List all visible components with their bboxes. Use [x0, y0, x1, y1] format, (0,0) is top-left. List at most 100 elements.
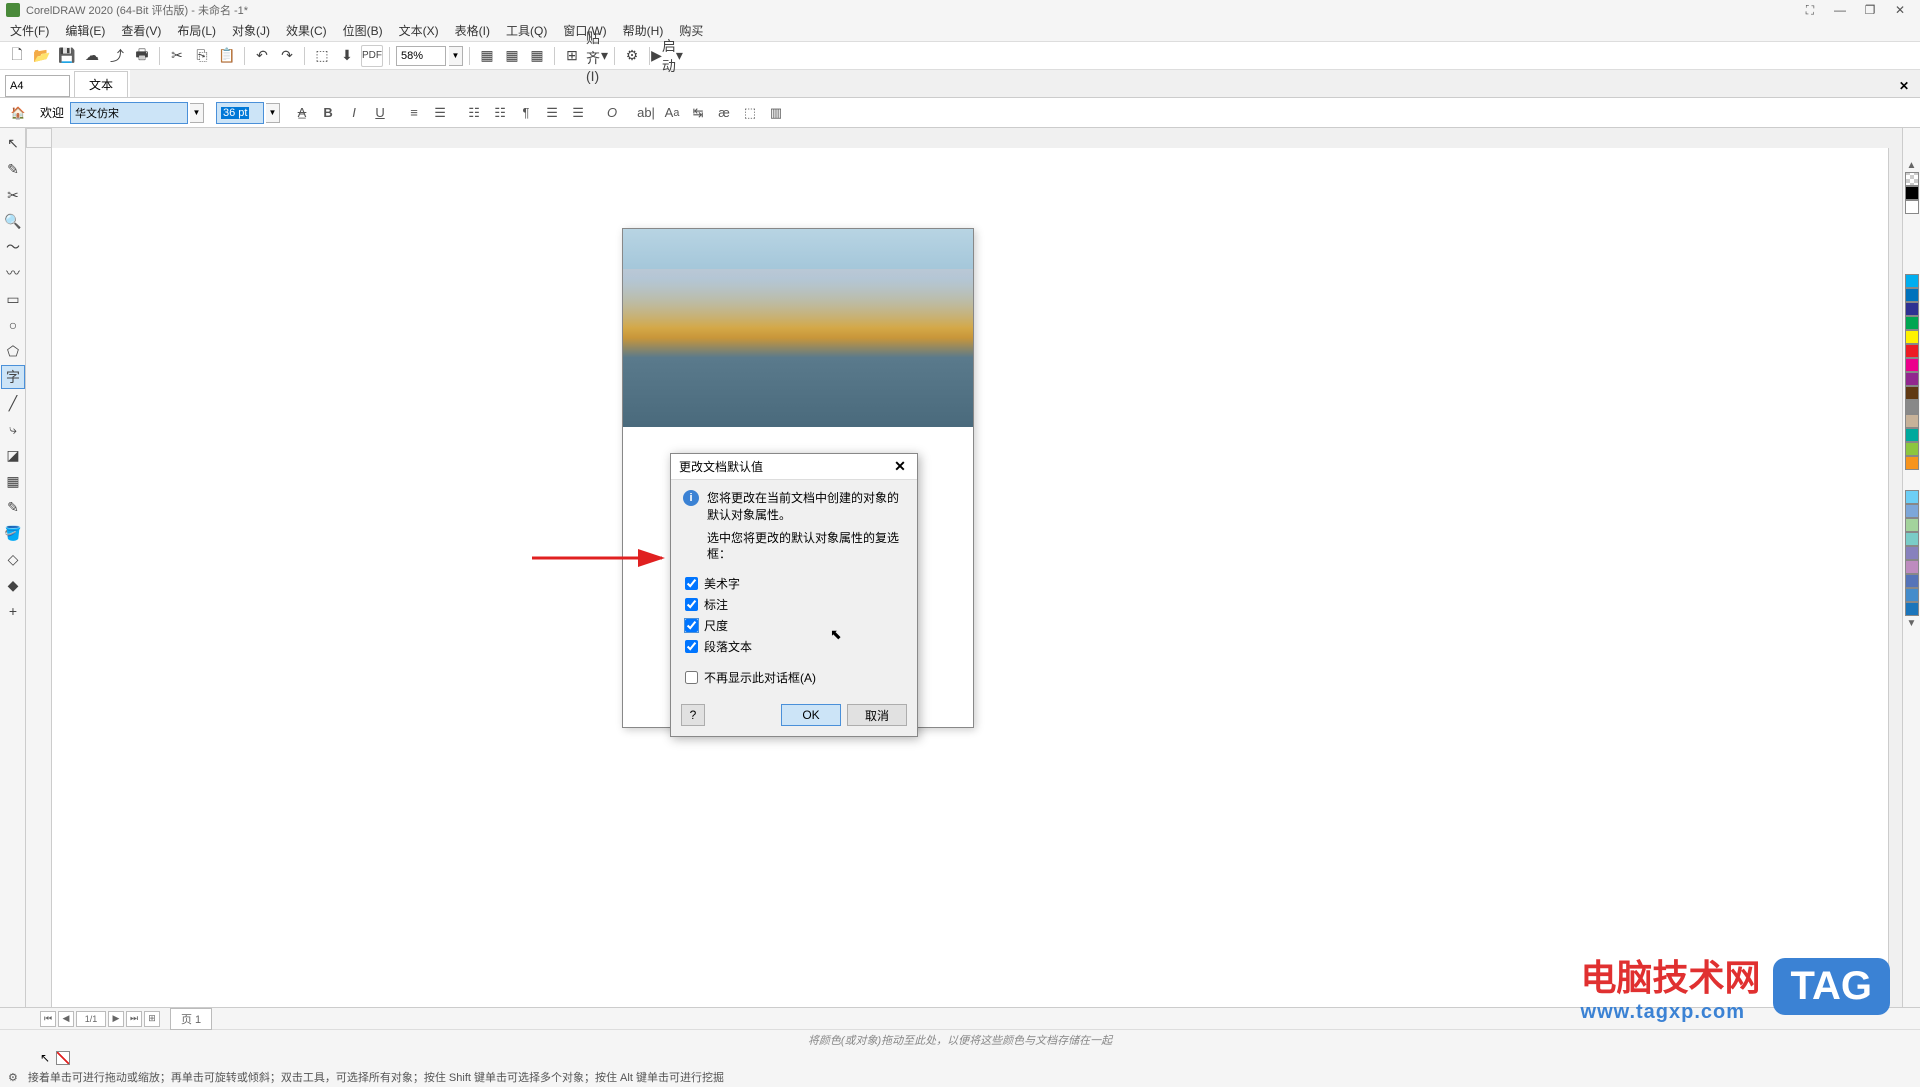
menu-view[interactable]: 查看(V) — [113, 20, 169, 41]
placed-image[interactable] — [623, 229, 973, 427]
italic-button[interactable]: I — [342, 102, 366, 124]
artistic-tool[interactable]: 〰 — [1, 261, 25, 285]
cut-button[interactable]: ✂ — [166, 45, 188, 67]
add-page-button[interactable]: ⊞ — [144, 1011, 160, 1027]
paste-button[interactable]: 📋 — [216, 45, 238, 67]
ligature-button[interactable]: æ — [712, 102, 736, 124]
font-size-combo[interactable]: 36 pt — [216, 102, 264, 124]
transparency-tool[interactable]: ▦ — [1, 469, 25, 493]
menu-text[interactable]: 文本(X) — [391, 20, 447, 41]
welcome-label[interactable]: 欢迎 — [36, 104, 68, 121]
page-size-combo[interactable]: A4 — [5, 75, 70, 97]
edit-text-button[interactable]: ab| — [634, 102, 658, 124]
color-swatch[interactable] — [1905, 372, 1919, 386]
zoom-tool[interactable]: 🔍 — [1, 209, 25, 233]
close-button[interactable]: ✕ — [1886, 1, 1914, 19]
smart-fill-tool[interactable]: ◆ — [1, 573, 25, 597]
launch-button[interactable]: ▶ 启动 ▾ — [656, 45, 678, 67]
prev-page-button[interactable]: ◀ — [58, 1011, 74, 1027]
palette-up[interactable]: ▲ — [1905, 158, 1919, 172]
zoom-input[interactable]: 58% — [396, 46, 446, 66]
zoom-dropdown[interactable]: ▼ — [449, 46, 463, 66]
ellipse-tool[interactable]: ○ — [1, 313, 25, 337]
indent-dec-button[interactable]: ☰ — [566, 102, 590, 124]
crop-tool[interactable]: ✂ — [1, 183, 25, 207]
dialog-close-button[interactable]: ✕ — [891, 458, 909, 476]
color-swatch[interactable] — [1905, 274, 1919, 288]
clear-format-button[interactable]: A̲ — [290, 102, 314, 124]
font-dropdown[interactable]: ▼ — [190, 103, 204, 123]
menu-file[interactable]: 文件(F) — [2, 20, 57, 41]
pdf-button[interactable]: PDF — [361, 45, 383, 67]
outline-tool[interactable]: ◇ — [1, 547, 25, 571]
cancel-button[interactable]: 取消 — [847, 704, 907, 726]
new-button[interactable]: 🗋 — [6, 45, 28, 67]
indent-inc-button[interactable]: ☰ — [540, 102, 564, 124]
no-color-swatch[interactable] — [1905, 172, 1919, 186]
ok-button[interactable]: OK — [781, 704, 841, 726]
undo-button[interactable]: ↶ — [251, 45, 273, 67]
color-swatch[interactable] — [1905, 428, 1919, 442]
color-swatch[interactable] — [1905, 302, 1919, 316]
menu-object[interactable]: 对象(J) — [224, 20, 278, 41]
color-swatch[interactable] — [1905, 400, 1919, 414]
checkbox-callout[interactable] — [685, 598, 698, 611]
number-list-button[interactable]: ☷ — [488, 102, 512, 124]
color-swatch[interactable] — [1905, 602, 1919, 616]
help-button[interactable]: ⛶ — [1796, 1, 1824, 19]
palette-down[interactable]: ▼ — [1905, 616, 1919, 630]
preview-button[interactable]: ▦ — [501, 45, 523, 67]
color-swatch[interactable] — [1905, 504, 1919, 518]
home-icon[interactable]: 🏠 — [6, 102, 30, 124]
connector-tool[interactable]: ⤷ — [1, 417, 25, 441]
grid-button[interactable]: ▦ — [526, 45, 548, 67]
parallel-tool[interactable]: ╱ — [1, 391, 25, 415]
help-button[interactable]: ? — [681, 704, 705, 726]
canvas[interactable]: 更改文档默认值 ✕ i 您将更改在当前文档中创建的对象的默认对象属性。 选中您将… — [52, 148, 1888, 1007]
kern-button[interactable]: ↹ — [686, 102, 710, 124]
color-swatch[interactable] — [1905, 414, 1919, 428]
rectangle-tool[interactable]: ▭ — [1, 287, 25, 311]
char-format-button[interactable]: Aa — [660, 102, 684, 124]
page-number[interactable]: 1 / 1 — [76, 1011, 106, 1027]
color-swatch[interactable] — [1905, 344, 1919, 358]
fill-indicator[interactable] — [56, 1051, 70, 1065]
cloud-down-icon[interactable]: ☁ — [81, 45, 103, 67]
checkbox-noshow[interactable] — [685, 671, 698, 684]
color-swatch[interactable] — [1905, 186, 1919, 200]
menu-table[interactable]: 表格(I) — [447, 20, 498, 41]
freehand-tool[interactable]: ～ — [1, 235, 25, 259]
color-swatch[interactable] — [1905, 588, 1919, 602]
shape-tool[interactable]: ✎ — [1, 157, 25, 181]
cloud-up-icon[interactable]: ⤴ — [106, 45, 128, 67]
color-swatch[interactable] — [1905, 574, 1919, 588]
menu-effects[interactable]: 效果(C) — [278, 20, 335, 41]
color-swatch[interactable] — [1905, 490, 1919, 504]
bold-button[interactable]: B — [316, 102, 340, 124]
print-button[interactable]: 🖶 — [131, 45, 153, 67]
maximize-button[interactable]: ❐ — [1856, 1, 1884, 19]
color-swatch[interactable] — [1905, 442, 1919, 456]
color-swatch[interactable] — [1905, 316, 1919, 330]
menu-edit[interactable]: 编辑(E) — [57, 20, 113, 41]
search-button[interactable]: ⬚ — [311, 45, 333, 67]
open-button[interactable]: 📂 — [31, 45, 53, 67]
color-swatch[interactable] — [1905, 456, 1919, 470]
pick-tool[interactable]: ↖ — [1, 131, 25, 155]
ruler-button[interactable]: ⊞ — [561, 45, 583, 67]
color-swatch[interactable] — [1905, 386, 1919, 400]
last-page-button[interactable]: ⏭ — [126, 1011, 142, 1027]
text-direction-button[interactable]: O — [600, 102, 624, 124]
vertical-ruler[interactable] — [26, 148, 52, 1007]
fill-tool[interactable]: 🪣 — [1, 521, 25, 545]
eyedropper-tool[interactable]: ✎ — [1, 495, 25, 519]
color-swatch[interactable] — [1905, 518, 1919, 532]
menu-layout[interactable]: 布局(L) — [169, 20, 224, 41]
add-tool[interactable]: + — [1, 599, 25, 623]
color-swatch[interactable] — [1905, 546, 1919, 560]
underline-button[interactable]: U — [368, 102, 392, 124]
checkbox-dimension[interactable] — [685, 619, 698, 632]
snap-button[interactable]: 贴齐(I) ▾ — [586, 45, 608, 67]
checkbox-artistic[interactable] — [685, 577, 698, 590]
menu-buy[interactable]: 购买 — [671, 20, 711, 41]
